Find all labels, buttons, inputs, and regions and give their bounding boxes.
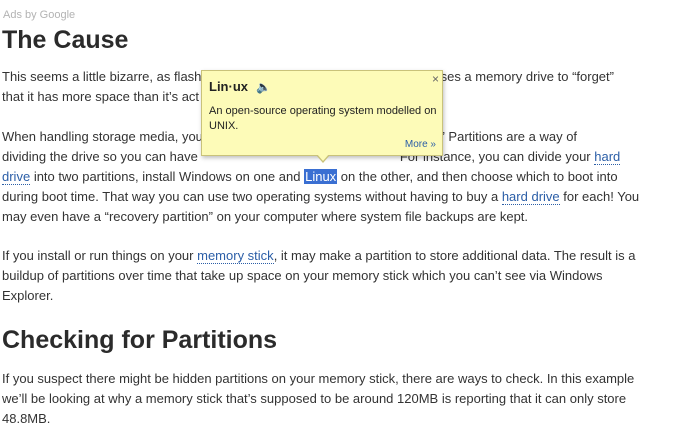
paragraph-memory-stick: If you install or run things on your mem… <box>2 246 652 306</box>
popup-definition: An open-source operating system modelled… <box>209 105 437 132</box>
more-link[interactable]: More » <box>405 139 436 150</box>
text-segment: that it has more space than it’s act <box>2 89 200 104</box>
dictionary-popup: Lin·ux 🔈 × An open-source operating syst… <box>201 70 443 163</box>
popup-pointer-fill <box>317 154 329 161</box>
ads-by-google-label[interactable]: Ads by Google <box>3 9 75 21</box>
section-heading-the-cause: The Cause <box>2 26 129 54</box>
text-segment: dividing the drive so you can have <box>2 149 198 164</box>
link-hard-drive-2[interactable]: hard drive <box>501 189 560 205</box>
speaker-icon[interactable]: 🔈 <box>256 80 271 94</box>
link-memory-stick[interactable]: memory stick <box>197 248 274 264</box>
paragraph-checking: If you suspect there might be hidden par… <box>2 371 635 426</box>
text-segment: When handling storage media, you <box>2 129 203 144</box>
section-heading-checking-partitions: Checking for Partitions <box>2 326 278 354</box>
highlighted-word-linux[interactable]: Linux <box>304 169 338 184</box>
close-icon[interactable]: × <box>432 72 439 86</box>
text-segment: into two partitions, install Windows on … <box>33 169 301 184</box>
text-segment: If you install or run things on your <box>2 248 194 263</box>
text-segment: This seems a little bizarre, as flash <box>2 69 202 84</box>
popup-word: Lin·ux <box>209 79 248 94</box>
